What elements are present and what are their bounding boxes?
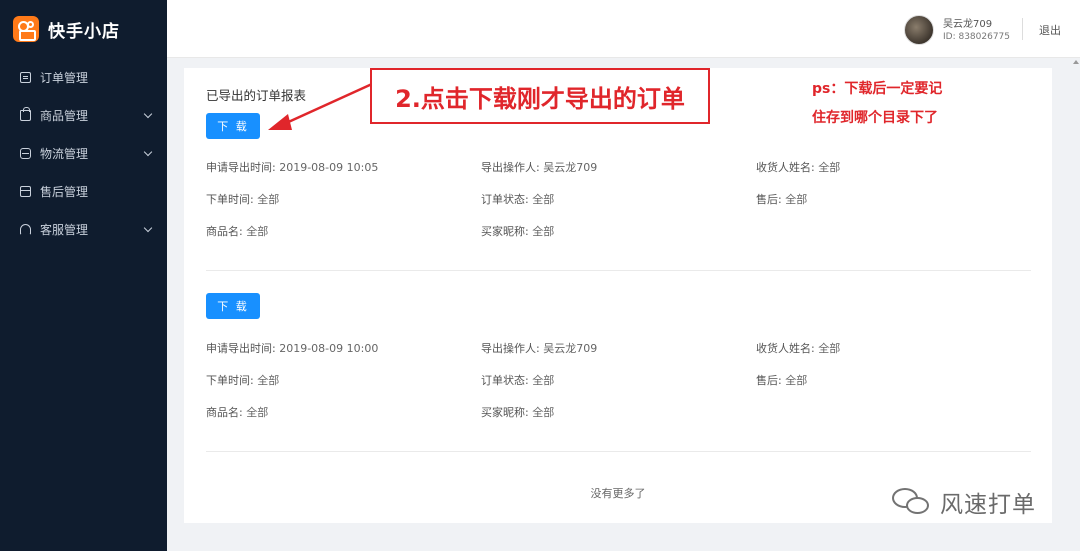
field-value: 全部	[257, 193, 280, 206]
field-value: 全部	[532, 225, 555, 238]
field-label: 导出操作人:	[481, 342, 540, 355]
order-status-field: 订单状态: 全部	[481, 372, 554, 388]
sidebar-menu: 订单管理 商品管理 物流管理 售后管理 客服管理	[0, 58, 167, 248]
export-time-field: 申请导出时间: 2019-08-09 10:00	[206, 340, 378, 356]
receiver-field: 收货人姓名: 全部	[756, 340, 840, 356]
annotation-note-line2: 住存到哪个目录下了	[812, 110, 938, 126]
after-sale-field: 售后: 全部	[756, 372, 807, 388]
field-value: 全部	[246, 225, 269, 238]
bag-icon	[20, 106, 31, 121]
field-label: 申请导出时间:	[206, 161, 276, 174]
watermark-text: 风速打单	[940, 492, 1036, 518]
brand: 快手小店	[0, 0, 167, 58]
field-label: 收货人姓名:	[756, 342, 815, 355]
product-field: 商品名: 全部	[206, 223, 268, 239]
chevron-down-icon	[143, 147, 153, 156]
field-value: 全部	[532, 193, 555, 206]
sidebar-item-after-sales-management[interactable]: 售后管理	[0, 172, 167, 210]
field-label: 商品名:	[206, 406, 243, 419]
field-label: 下单时间:	[206, 374, 254, 387]
field-value: 全部	[532, 406, 555, 419]
order-time-field: 下单时间: 全部	[206, 372, 279, 388]
sidebar-item-label: 商品管理	[40, 108, 89, 123]
avatar[interactable]	[904, 15, 934, 45]
user-id: ID: 838026775	[943, 32, 1011, 42]
field-value: 2019-08-09 10:05	[279, 161, 379, 174]
sidebar-item-order-management[interactable]: 订单管理	[0, 58, 167, 96]
sidebar-item-label: 售后管理	[40, 184, 89, 199]
top-header: 吴云龙709 ID: 838026775 退出	[167, 0, 1080, 58]
annotation-note-line1: ps：下载后一定要记	[812, 81, 943, 97]
buyer-field: 买家昵称: 全部	[481, 404, 554, 420]
sidebar-item-label: 物流管理	[40, 146, 89, 161]
product-field: 商品名: 全部	[206, 404, 268, 420]
record-divider	[206, 270, 1031, 271]
field-value: 全部	[532, 374, 555, 387]
field-label: 售后:	[756, 374, 782, 387]
after-sale-field: 售后: 全部	[756, 191, 807, 207]
field-label: 订单状态:	[481, 374, 529, 387]
field-label: 买家昵称:	[481, 406, 529, 419]
sidebar-item-customer-service-management[interactable]: 客服管理	[0, 210, 167, 248]
field-label: 售后:	[756, 193, 782, 206]
receiver-field: 收货人姓名: 全部	[756, 159, 840, 175]
export-time-field: 申请导出时间: 2019-08-09 10:05	[206, 159, 378, 175]
brand-name: 快手小店	[48, 21, 120, 42]
field-label: 订单状态:	[481, 193, 529, 206]
field-value: 吴云龙709	[543, 342, 598, 355]
scrollbar[interactable]	[1072, 58, 1080, 551]
order-status-field: 订单状态: 全部	[481, 191, 554, 207]
sidebar-item-product-management[interactable]: 商品管理	[0, 96, 167, 134]
order-time-field: 下单时间: 全部	[206, 191, 279, 207]
kuaishou-logo-icon	[13, 16, 39, 42]
header-divider	[1022, 18, 1023, 40]
field-value: 吴云龙709	[543, 161, 598, 174]
operator-field: 导出操作人: 吴云龙709	[481, 340, 597, 356]
field-label: 收货人姓名:	[756, 161, 815, 174]
field-value: 2019-08-09 10:00	[279, 342, 379, 355]
download-button[interactable]: 下 载	[206, 293, 260, 319]
box-icon	[20, 185, 31, 197]
headset-icon	[20, 223, 31, 235]
list-icon	[20, 71, 31, 83]
field-value: 全部	[818, 342, 841, 355]
sidebar-item-logistics-management[interactable]: 物流管理	[0, 134, 167, 172]
sidebar-item-label: 客服管理	[40, 222, 89, 237]
field-value: 全部	[785, 193, 808, 206]
sidebar: 快手小店 订单管理 商品管理 物流管理 售后管理 客服管理	[0, 0, 167, 551]
download-button[interactable]: 下 载	[206, 113, 260, 139]
chevron-down-icon	[143, 223, 153, 232]
field-label: 申请导出时间:	[206, 342, 276, 355]
record-divider	[206, 451, 1031, 452]
field-label: 买家昵称:	[481, 225, 529, 238]
field-value: 全部	[818, 161, 841, 174]
sidebar-item-label: 订单管理	[40, 70, 89, 85]
wechat-icon	[892, 488, 932, 516]
field-value: 全部	[246, 406, 269, 419]
chevron-down-icon	[143, 109, 153, 118]
annotation-arrow-icon	[268, 82, 373, 130]
buyer-field: 买家昵称: 全部	[481, 223, 554, 239]
field-label: 导出操作人:	[481, 161, 540, 174]
field-value: 全部	[257, 374, 280, 387]
user-name: 吴云龙709	[943, 19, 993, 30]
annotation-callout: 2.点击下载刚才导出的订单	[370, 68, 710, 124]
truck-icon	[20, 147, 31, 159]
field-value: 全部	[785, 374, 808, 387]
field-label: 下单时间:	[206, 193, 254, 206]
scroll-up-arrow-icon[interactable]	[1073, 60, 1079, 64]
watermark: 风速打单	[892, 485, 1036, 519]
annotation-step-text: 2.点击下载刚才导出的订单	[395, 84, 685, 113]
field-label: 商品名:	[206, 225, 243, 238]
operator-field: 导出操作人: 吴云龙709	[481, 159, 597, 175]
logout-link[interactable]: 退出	[1039, 22, 1061, 38]
